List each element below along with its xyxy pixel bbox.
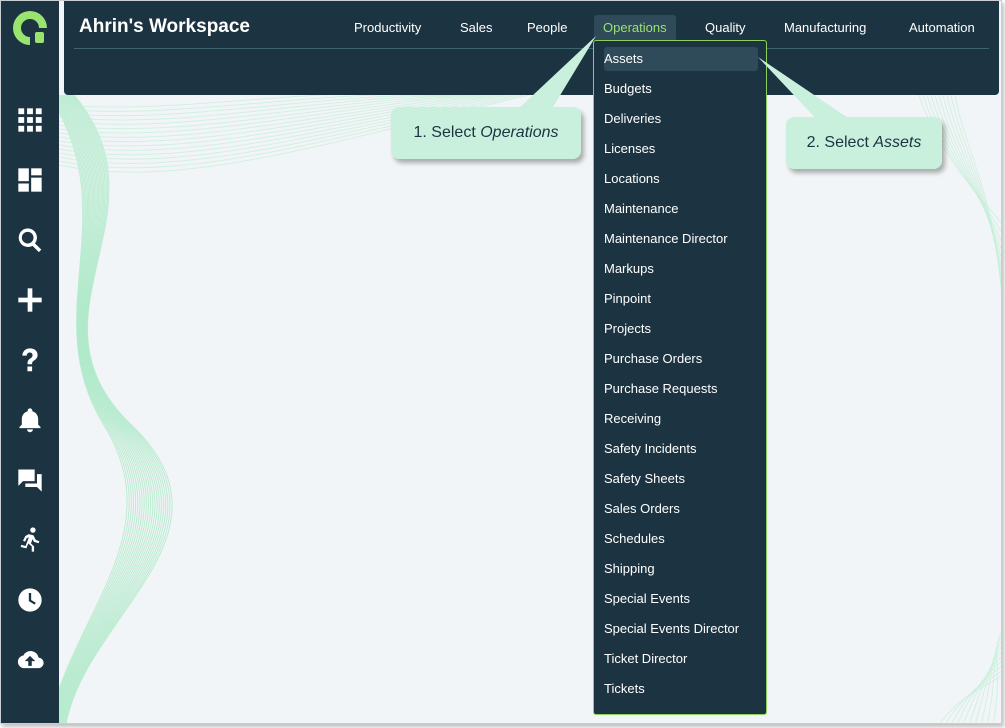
menu-item-projects[interactable]: Projects [604, 317, 758, 341]
nav-automation[interactable]: Automation [900, 15, 984, 41]
menu-item-schedules[interactable]: Schedules [604, 527, 758, 551]
cloud-upload-icon[interactable] [10, 640, 50, 680]
nav-quality[interactable]: Quality [696, 15, 754, 41]
menu-item-maintenance-director[interactable]: Maintenance Director [604, 227, 758, 251]
menu-item-tickets[interactable]: Tickets [604, 677, 758, 701]
menu-item-purchase-orders[interactable]: Purchase Orders [604, 347, 758, 371]
chat-icon[interactable] [10, 460, 50, 500]
menu-item-safety-incidents[interactable]: Safety Incidents [604, 437, 758, 461]
top-nav-bar: Ahrin's Workspace Productivity Sales Peo… [64, 1, 999, 95]
topbar-divider [74, 48, 989, 49]
menu-item-licenses[interactable]: Licenses [604, 137, 758, 161]
menu-item-sales-orders[interactable]: Sales Orders [604, 497, 758, 521]
step-1-callout: 1. Select Operations [391, 107, 581, 159]
apps-grid-icon[interactable] [10, 100, 50, 140]
menu-item-purchase-requests[interactable]: Purchase Requests [604, 377, 758, 401]
menu-item-shipping[interactable]: Shipping [604, 557, 758, 581]
background-wave-pattern [59, 95, 1001, 723]
menu-item-special-events[interactable]: Special Events [604, 587, 758, 611]
left-sidebar [1, 1, 59, 723]
clock-icon[interactable] [10, 580, 50, 620]
help-icon[interactable] [10, 340, 50, 380]
nav-sales[interactable]: Sales [451, 15, 502, 41]
step-1-prefix: 1. Select [413, 124, 481, 141]
menu-item-special-events-director[interactable]: Special Events Director [604, 617, 758, 641]
bell-icon[interactable] [10, 400, 50, 440]
operations-dropdown-menu: Assets Budgets Deliveries Licenses Locat… [593, 40, 767, 715]
menu-item-budgets[interactable]: Budgets [604, 77, 758, 101]
app-logo[interactable] [11, 9, 49, 47]
search-icon[interactable] [10, 220, 50, 260]
step-2-prefix: 2. Select [806, 134, 874, 151]
add-icon[interactable] [10, 280, 50, 320]
menu-item-locations[interactable]: Locations [604, 167, 758, 191]
menu-item-ticket-director[interactable]: Ticket Director [604, 647, 758, 671]
step-2-target: Assets [873, 134, 922, 151]
step-1-target: Operations [480, 124, 559, 141]
nav-operations[interactable]: Operations [594, 15, 676, 41]
menu-item-deliveries[interactable]: Deliveries [604, 107, 758, 131]
menu-item-markups[interactable]: Markups [604, 257, 758, 281]
menu-item-maintenance[interactable]: Maintenance [604, 197, 758, 221]
menu-item-receiving[interactable]: Receiving [604, 407, 758, 431]
dashboard-icon[interactable] [10, 160, 50, 200]
run-icon[interactable] [10, 520, 50, 560]
nav-manufacturing[interactable]: Manufacturing [775, 15, 875, 41]
workspace-title[interactable]: Ahrin's Workspace [79, 16, 250, 38]
menu-item-safety-sheets[interactable]: Safety Sheets [604, 467, 758, 491]
step-2-callout: 2. Select Assets [786, 117, 942, 169]
menu-item-assets[interactable]: Assets [604, 47, 758, 71]
nav-people[interactable]: People [518, 15, 576, 41]
nav-productivity[interactable]: Productivity [345, 15, 430, 41]
menu-item-pinpoint[interactable]: Pinpoint [604, 287, 758, 311]
